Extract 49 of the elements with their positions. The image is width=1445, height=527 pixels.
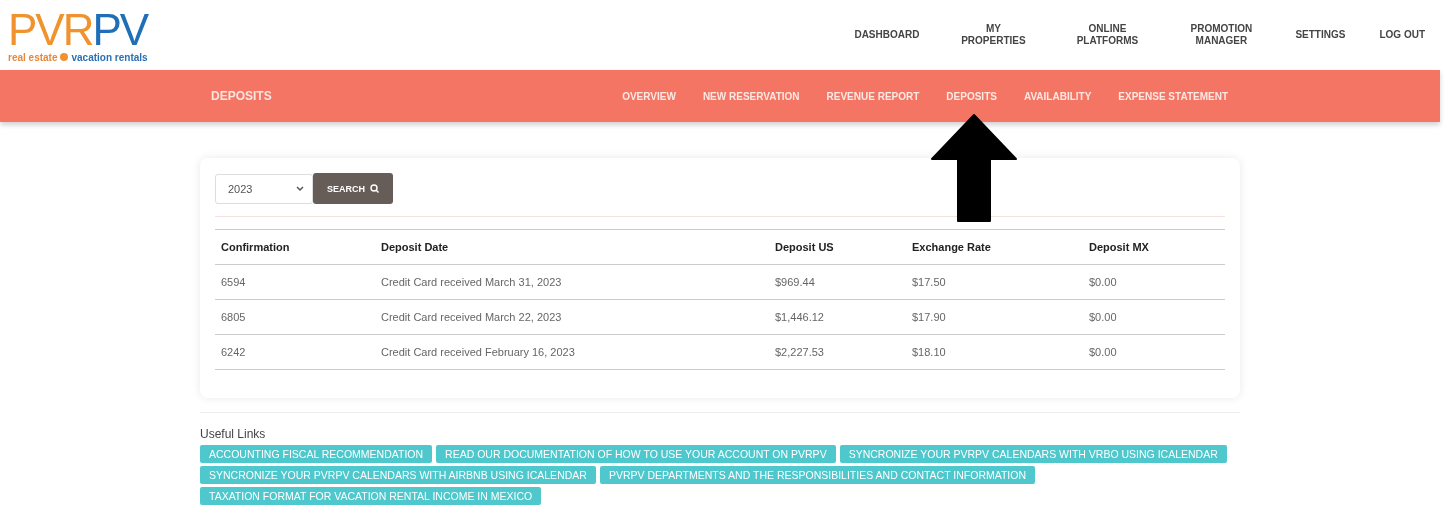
section-title: Useful Links [200,427,267,441]
table-cell: $17.50 [906,264,1083,300]
up-arrow-icon [930,113,1018,223]
nav-link[interactable]: DASHBOARD [854,29,920,41]
nav-link[interactable]: MY PROPERTIES [953,23,1034,47]
table-cell: 6594 [215,264,375,300]
sub-nav-link[interactable]: REVENUE REPORT [826,90,920,102]
year-select[interactable]: 2023 [215,174,313,204]
circle-icon [60,53,69,61]
sub-nav-link[interactable]: EXPENSE STATEMENT [1118,90,1228,102]
column-header: Deposit MX [1083,229,1225,265]
nav-link[interactable]: PROMOTION MANAGER [1181,23,1262,47]
table-cell: Credit Card received March 22, 2023 [375,299,769,335]
useful-link[interactable]: READ OUR DOCUMENTATION OF HOW TO USE YOUR ACCOUNT ON PVRPV [436,445,836,463]
search-icon [370,184,379,193]
table-cell: $1,446.12 [769,299,906,335]
table-cell: 6805 [215,299,375,335]
column-header: Deposit Date [375,229,769,265]
sub-nav-link[interactable]: DEPOSITS [946,90,997,102]
logo-wordmark: PVRPV [8,7,148,52]
table-cell: $2,227.53 [769,334,906,370]
nav-link[interactable]: SETTINGS [1295,29,1346,41]
useful-link[interactable]: ACCOUNTING FISCAL RECOMMENDATION [200,445,433,463]
sub-nav-link[interactable]: AVAILABILITY [1023,90,1092,102]
table-cell: $0.00 [1083,264,1225,300]
table-cell: $969.44 [769,264,906,300]
column-header: Exchange Rate [906,229,1083,265]
page-title: DEPOSITS [211,89,272,103]
logo-tagline: vacation rentals [71,51,148,63]
table-cell: $0.00 [1083,299,1225,335]
useful-link[interactable]: SYNCRONIZE YOUR PVRPV CALENDARS WITH AIRBNB USING ICALENDAR [200,466,596,484]
table-cell: $0.00 [1083,334,1225,370]
useful-link[interactable]: PVRPV DEPARTMENTS AND THE RESPONSIBILITIES AND CONTACT INFORMATION [599,466,1036,484]
table-cell: Credit Card received February 16, 2023 [375,334,769,370]
table-cell: Credit Card received March 31, 2023 [375,264,769,300]
chevron-down-icon [296,186,304,192]
column-header: Deposit US [769,229,906,265]
sub-nav-link[interactable]: NEW RESERVATION [702,90,800,102]
table-cell: 6242 [215,334,375,370]
sub-nav-link[interactable]: OVERVIEW [622,90,676,102]
table-cell: $18.10 [906,334,1083,370]
search-button[interactable]: SEARCH [313,173,393,204]
useful-link[interactable]: TAXATION FORMAT FOR VACATION RENTAL INCOME IN MEXICO [200,487,542,505]
nav-link[interactable]: ONLINE PLATFORMS [1067,23,1148,47]
column-header: Confirmation [215,229,375,265]
logo-tagline: real estate [8,51,58,63]
table-cell: $17.90 [906,299,1083,335]
useful-link[interactable]: SYNCRONIZE YOUR PVRPV CALENDARS WITH VRBO USING ICALENDAR [839,445,1227,463]
nav-link[interactable]: LOG OUT [1379,29,1425,41]
